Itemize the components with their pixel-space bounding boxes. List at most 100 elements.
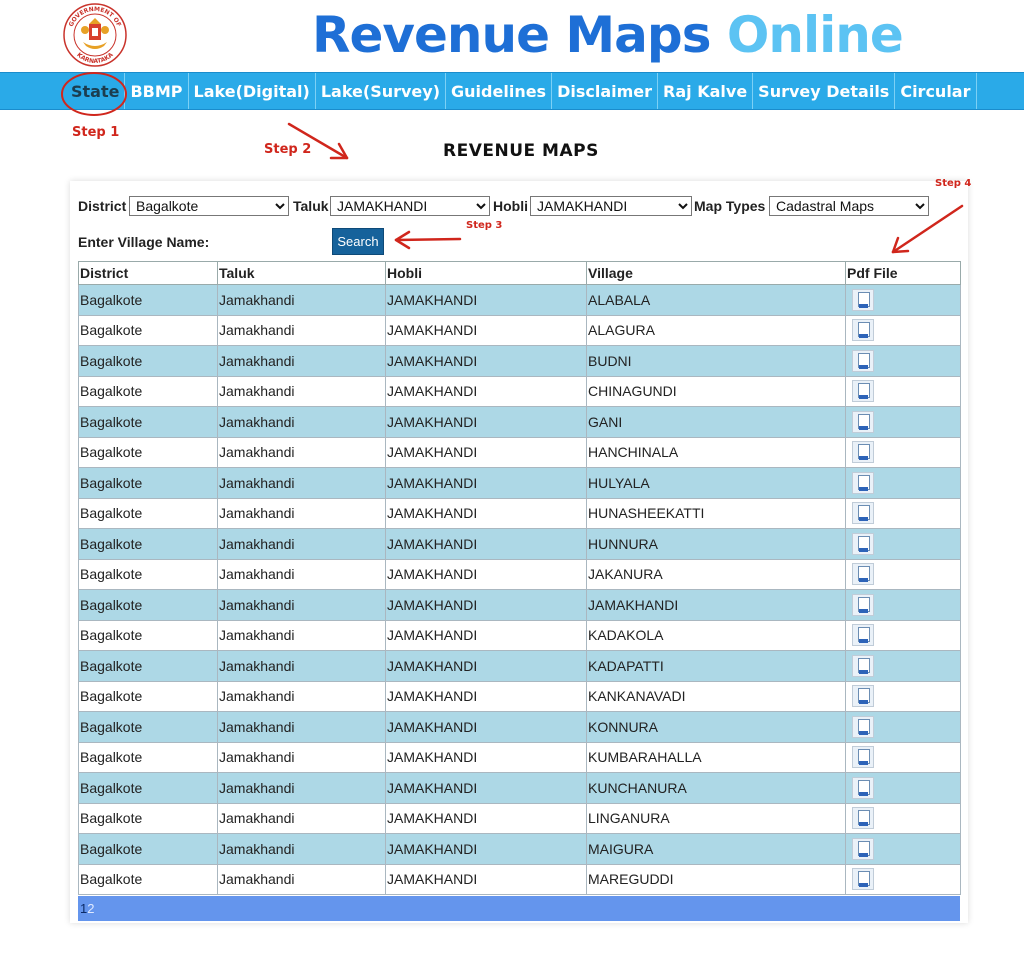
cell-district: Bagalkote [78,741,218,773]
cell-village: GANI [586,406,846,438]
table-row: Bagalkote Jamakhandi JAMAKHANDI HUNNURA [78,528,961,560]
cell-hobli: JAMAKHANDI [385,467,587,499]
cell-hobli: JAMAKHANDI [385,680,587,712]
search-button[interactable]: Search [332,228,384,255]
cell-district: Bagalkote [78,528,218,560]
cell-district: Bagalkote [78,863,218,895]
nav-item-survey-details[interactable]: Survey Details [753,73,896,109]
cell-village: ALAGURA [586,314,846,346]
cell-hobli: JAMAKHANDI [385,619,587,651]
district-label: District [78,198,127,214]
cell-taluk: Jamakhandi [217,802,386,834]
page-link-2[interactable]: 2 [87,901,94,916]
pdf-file-icon[interactable] [852,471,874,494]
results-table: District Taluk Hobli Village Pdf File Ba… [78,261,961,895]
table-header-row: District Taluk Hobli Village Pdf File [78,261,961,285]
cell-district: Bagalkote [78,650,218,682]
cell-hobli: JAMAKHANDI [385,711,587,743]
karnataka-emblem-logo: GOVERNMENT OF KARNATAKA [58,2,132,68]
nav-item-guidelines[interactable]: Guidelines [446,73,553,109]
cell-pdf-file [845,406,961,438]
hobli-label: Hobli [493,198,528,214]
main-navbar: State BBMP Lake(Digital) Lake(Survey) Gu… [0,72,1024,110]
pdf-file-icon[interactable] [852,563,874,586]
cell-pdf-file [845,558,961,590]
cell-pdf-file [845,863,961,895]
cell-taluk: Jamakhandi [217,741,386,773]
cell-taluk: Jamakhandi [217,863,386,895]
cell-village: JAKANURA [586,558,846,590]
taluk-select[interactable]: JAMAKHANDI [330,196,490,216]
nav-list: State BBMP Lake(Digital) Lake(Survey) Gu… [66,73,977,109]
cell-district: Bagalkote [78,314,218,346]
pdf-file-icon[interactable] [852,868,874,891]
cell-pdf-file [845,284,961,316]
pdf-file-icon[interactable] [852,776,874,799]
district-select[interactable]: Bagalkote [129,196,289,216]
hobli-select[interactable]: JAMAKHANDI [530,196,692,216]
pdf-file-icon[interactable] [852,654,874,677]
nav-item-lake-digital[interactable]: Lake(Digital) [189,73,316,109]
cell-hobli: JAMAKHANDI [385,802,587,834]
pdf-file-icon[interactable] [852,746,874,769]
nav-item-state[interactable]: State [66,73,126,109]
cell-hobli: JAMAKHANDI [385,863,587,895]
pdf-file-icon[interactable] [852,380,874,403]
pdf-file-icon[interactable] [852,715,874,738]
pdf-file-icon[interactable] [852,593,874,616]
cell-pdf-file [845,314,961,346]
header-taluk: Taluk [217,261,386,285]
cell-taluk: Jamakhandi [217,467,386,499]
pdf-file-icon[interactable] [852,319,874,342]
cell-taluk: Jamakhandi [217,833,386,865]
step2-label: Step 2 [264,142,312,157]
cell-pdf-file [845,650,961,682]
nav-item-disclaimer[interactable]: Disclaimer [552,73,659,109]
pdf-file-icon[interactable] [852,685,874,708]
cell-taluk: Jamakhandi [217,558,386,590]
pdf-file-icon[interactable] [852,288,874,311]
cell-pdf-file [845,711,961,743]
header-village: Village [586,261,846,285]
cell-taluk: Jamakhandi [217,528,386,560]
cell-hobli: JAMAKHANDI [385,650,587,682]
taluk-label: Taluk [293,198,329,214]
nav-item-bbmp[interactable]: BBMP [125,73,189,109]
cell-pdf-file [845,741,961,773]
header-pdf-file: Pdf File [845,261,961,285]
cell-taluk: Jamakhandi [217,406,386,438]
cell-pdf-file [845,436,961,468]
pdf-file-icon[interactable] [852,349,874,372]
cell-village: HUNNURA [586,528,846,560]
step4-label: Step 4 [935,178,972,189]
map-types-select[interactable]: Cadastral Maps [769,196,929,216]
table-row: Bagalkote Jamakhandi JAMAKHANDI MAIGURA [78,833,961,865]
nav-item-raj-kalve[interactable]: Raj Kalve [658,73,754,109]
cell-taluk: Jamakhandi [217,375,386,407]
cell-village: KADAKOLA [586,619,846,651]
pdf-file-icon[interactable] [852,837,874,860]
cell-hobli: JAMAKHANDI [385,772,587,804]
page-current: 1 [80,901,88,916]
nav-item-lake-survey[interactable]: Lake(Survey) [316,73,447,109]
nav-item-circular[interactable]: Circular [895,73,977,109]
village-name-input[interactable] [213,229,331,255]
cell-village: LINGANURA [586,802,846,834]
cell-village: CHINAGUNDI [586,375,846,407]
cell-taluk: Jamakhandi [217,314,386,346]
pdf-file-icon[interactable] [852,441,874,464]
cell-hobli: JAMAKHANDI [385,406,587,438]
village-name-label: Enter Village Name: [78,234,210,250]
pdf-file-icon[interactable] [852,410,874,433]
cell-pdf-file [845,680,961,712]
pdf-file-icon[interactable] [852,532,874,555]
cell-hobli: JAMAKHANDI [385,314,587,346]
cell-village: HULYALA [586,467,846,499]
pdf-file-icon[interactable] [852,624,874,647]
cell-taluk: Jamakhandi [217,436,386,468]
table-row: Bagalkote Jamakhandi JAMAKHANDI CHINAGUNDI [78,375,961,407]
pdf-file-icon[interactable] [852,502,874,525]
cell-district: Bagalkote [78,497,218,529]
pdf-file-icon[interactable] [852,807,874,830]
cell-hobli: JAMAKHANDI [385,436,587,468]
